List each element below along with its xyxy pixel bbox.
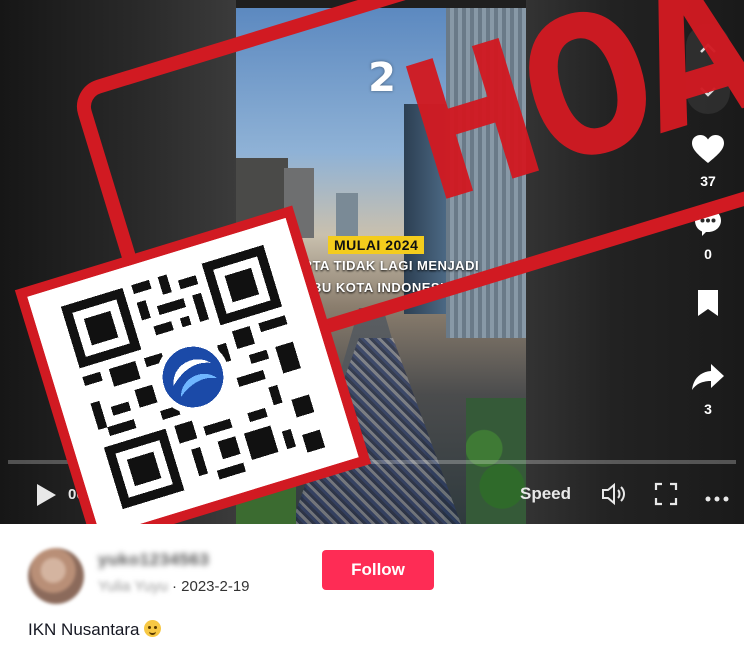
play-button[interactable]	[34, 482, 58, 513]
speaker-icon	[602, 482, 625, 506]
follow-button[interactable]: Follow	[322, 550, 434, 590]
video-info: yuko1234563 Yulia Yuyu · 2023-2-19 Follo…	[0, 524, 744, 645]
avatar[interactable]	[28, 548, 84, 604]
more-options-button[interactable]	[704, 490, 730, 508]
author-username[interactable]: yuko1234563	[98, 550, 209, 570]
comment-count: 0	[704, 246, 712, 262]
bookmark-button[interactable]	[686, 288, 730, 323]
fullscreen-button[interactable]	[654, 482, 678, 511]
author-nickname: Yulia Yuyu	[98, 578, 168, 595]
more-dots-icon	[705, 496, 729, 502]
speed-button[interactable]: Speed	[520, 484, 571, 504]
play-icon	[37, 484, 56, 506]
fullscreen-icon	[654, 482, 678, 506]
post-date: · 2023-2-19	[171, 578, 250, 595]
smile-emoji-icon	[143, 620, 161, 637]
share-arrow-icon	[692, 364, 724, 390]
description-text: IKN Nusantara	[28, 620, 140, 639]
video-description: IKN Nusantara	[28, 620, 161, 640]
hoax-stamp-text: HOAKS	[381, 0, 744, 246]
bookmark-icon	[698, 290, 718, 316]
share-button[interactable]: 3	[686, 362, 730, 417]
author-subline: Yulia Yuyu · 2023-2-19	[98, 578, 250, 595]
video-player[interactable]: 2 MULAI 2024 KARTA TIDAK LAGI MENJADI IB…	[0, 0, 744, 524]
volume-button[interactable]	[600, 482, 628, 511]
share-count: 3	[704, 401, 712, 417]
